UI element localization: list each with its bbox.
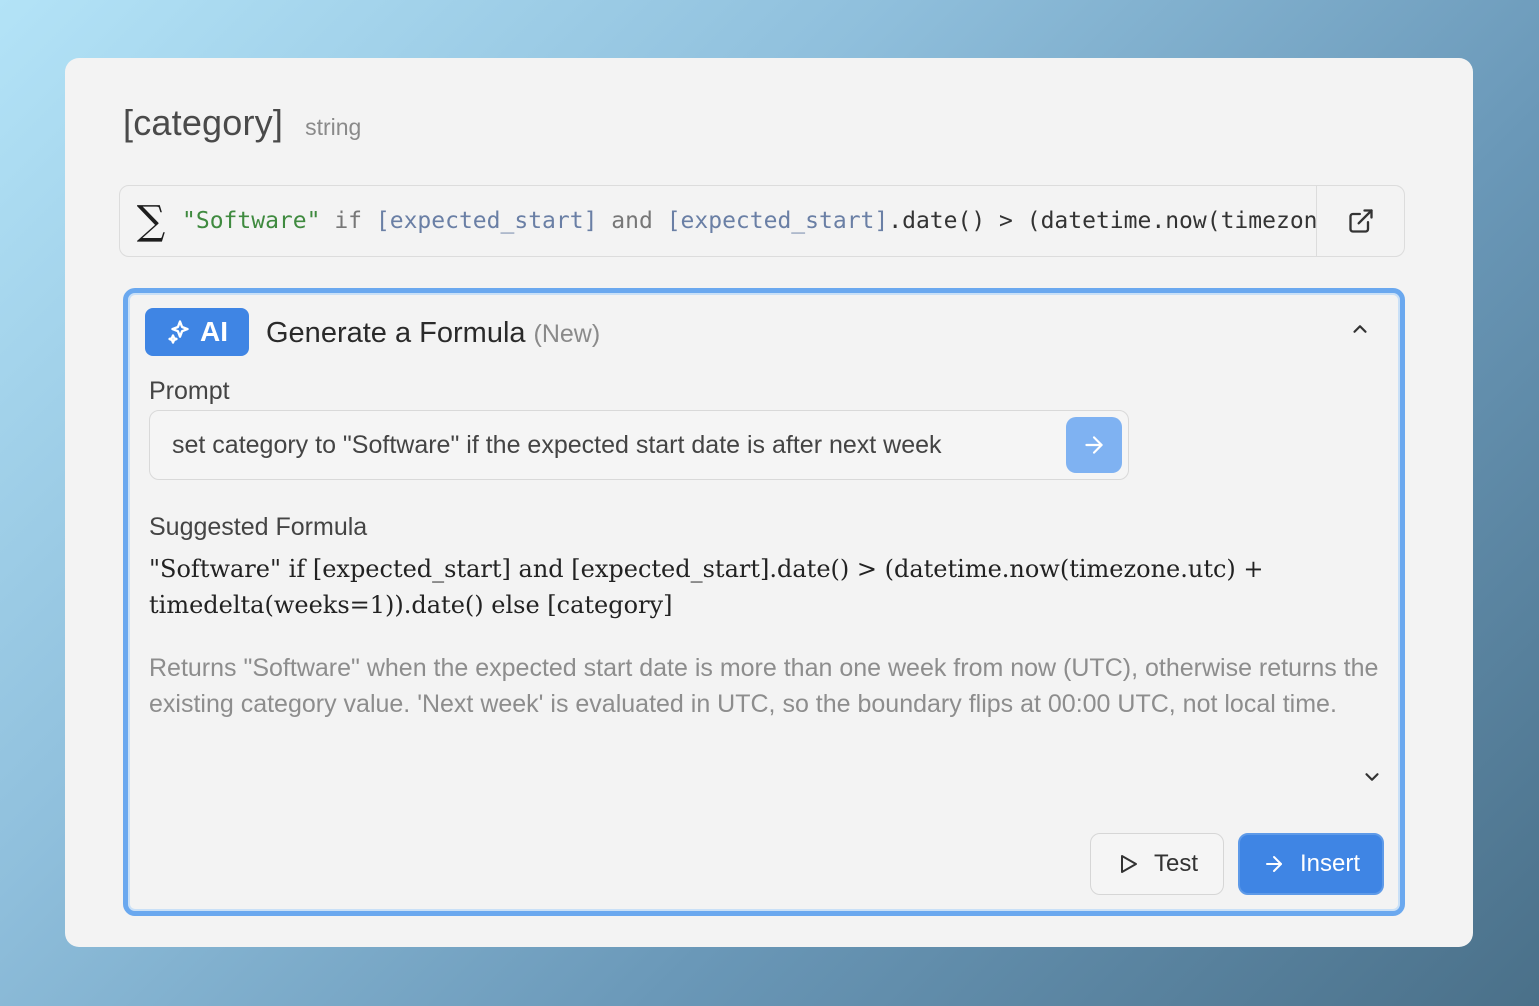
field-header: [category] string bbox=[123, 102, 361, 144]
ai-badge-label: AI bbox=[200, 316, 228, 347]
arrow-right-icon bbox=[1085, 436, 1103, 454]
prompt-field[interactable] bbox=[149, 410, 1129, 480]
formula-token: .date() > (datetime.now(timezone.utc) + … bbox=[888, 208, 1316, 234]
ai-formula-panel: AI Generate a Formula(New) Prompt Sugges… bbox=[123, 288, 1405, 916]
formula-bar[interactable]: ∑ "Software" if [expected_start] and [ex… bbox=[119, 185, 1405, 257]
open-editor-button[interactable] bbox=[1316, 186, 1404, 256]
panel-title-text: Generate a Formula bbox=[266, 317, 526, 349]
formula-token: "Software" bbox=[182, 208, 321, 234]
formula-explanation: Returns "Software" when the expected sta… bbox=[149, 654, 1379, 718]
prompt-label: Prompt bbox=[149, 377, 230, 405]
panel-title: Generate a Formula (New) bbox=[266, 317, 600, 350]
formula-token: if bbox=[320, 208, 376, 234]
sigma-icon: ∑ bbox=[136, 198, 166, 244]
test-button-label: Test bbox=[1153, 850, 1198, 877]
field-name: [category] bbox=[123, 102, 284, 143]
test-button[interactable]: Test bbox=[1090, 833, 1224, 895]
insert-button-label: Insert bbox=[1299, 850, 1361, 877]
submit-prompt-button[interactable] bbox=[1066, 417, 1122, 473]
formula-editor-card: [category] string ∑ "Software" if [expec… bbox=[65, 58, 1473, 947]
formula-token: [expected_start] bbox=[666, 208, 889, 234]
expand-explanation-button[interactable] bbox=[1358, 763, 1386, 791]
suggested-formula-label: Suggested Formula bbox=[149, 513, 368, 541]
chevron-down-icon bbox=[1365, 773, 1379, 781]
suggested-formula: "Software" if [expected_start] and [expe… bbox=[149, 555, 1264, 619]
chevron-up-icon bbox=[1353, 325, 1367, 333]
formula-code[interactable]: "Software" if [expected_start] and [expe… bbox=[182, 208, 1316, 234]
formula-token: [expected_start] bbox=[375, 208, 598, 234]
play-icon bbox=[1120, 855, 1137, 873]
open-external-icon bbox=[1348, 209, 1373, 233]
ai-badge: AI bbox=[145, 308, 249, 356]
collapse-panel-button[interactable] bbox=[1346, 315, 1374, 343]
field-type: string bbox=[305, 114, 362, 140]
formula-token: and bbox=[597, 208, 667, 234]
prompt-input[interactable] bbox=[150, 430, 1066, 460]
arrow-right-icon bbox=[1265, 856, 1282, 872]
sparkle-icon bbox=[168, 320, 189, 344]
new-tag: (New) bbox=[533, 320, 601, 348]
insert-button[interactable]: Insert bbox=[1238, 833, 1384, 895]
